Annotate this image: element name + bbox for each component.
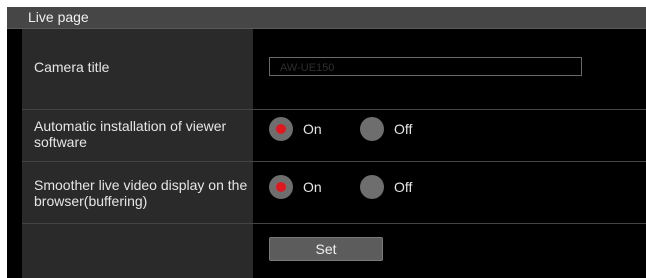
set-button[interactable]: Set [269,237,383,261]
row-divider [22,161,646,162]
label-cell-empty [22,224,253,278]
radio-unselected-icon [360,117,384,141]
smoother-live-label: Smoother live video display on the brows… [34,177,248,209]
row-divider [22,109,646,110]
radio-unselected-icon [360,175,384,199]
radio-label: On [303,121,322,137]
section-title: Live page [28,9,89,25]
section-header: Live page [7,7,646,29]
auto-install-on-radio[interactable]: On [269,117,322,141]
smoother-live-on-radio[interactable]: On [269,175,322,199]
live-page-panel: Live page Camera title Automatic install… [7,7,646,278]
row-divider [22,223,646,224]
radio-label: Off [394,121,413,137]
smoother-live-off-radio[interactable]: Off [360,175,412,199]
camera-title-input[interactable] [269,57,582,76]
radio-label: On [303,179,322,195]
radio-label: Off [394,179,413,195]
radio-selected-icon [269,175,293,199]
radio-selected-icon [269,117,293,141]
auto-install-off-radio[interactable]: Off [360,117,412,141]
camera-title-label: Camera title [34,59,110,75]
auto-install-label: Automatic installation of viewer softwar… [34,118,227,150]
